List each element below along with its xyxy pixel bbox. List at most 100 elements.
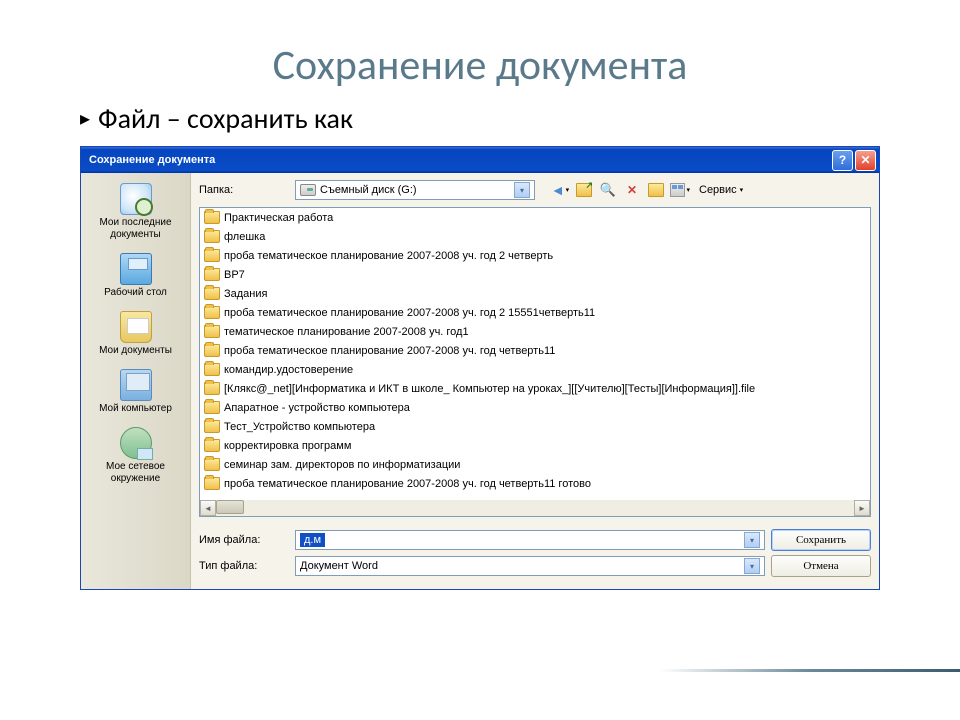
folder-value: Съемный диск (G:): [320, 184, 417, 196]
tools-label: Сервис: [699, 184, 737, 196]
file-name: Задания: [224, 288, 267, 300]
folder-icon: [204, 401, 220, 414]
folder-icon: [204, 439, 220, 452]
scroll-track[interactable]: [216, 500, 854, 516]
file-name: проба тематическое планирование 2007-200…: [224, 345, 555, 357]
file-item[interactable]: проба тематическое планирование 2007-200…: [200, 341, 870, 360]
sidebar-item-label: Мой компьютер: [85, 403, 186, 415]
file-item[interactable]: командир.удостоверение: [200, 360, 870, 379]
ico-desktop: [120, 253, 152, 285]
file-name: флешка: [224, 231, 265, 243]
bullet-text: Файл – сохранить как: [98, 101, 353, 136]
chevron-down-icon[interactable]: ▾: [744, 558, 760, 574]
folder-icon: [204, 477, 220, 490]
folder-icon: [204, 382, 220, 395]
filetype-value: Документ Word: [300, 560, 378, 572]
file-item[interactable]: Задания: [200, 284, 870, 303]
filetype-dropdown[interactable]: Документ Word ▾: [295, 556, 765, 576]
ico-network: [120, 427, 152, 459]
filename-value: д.м: [300, 533, 325, 547]
ico-mycomp: [120, 369, 152, 401]
views-button[interactable]: ▾: [669, 179, 691, 201]
sidebar-item-2[interactable]: Мои документы: [83, 307, 188, 365]
scroll-right-button[interactable]: ►: [854, 500, 870, 516]
toolbar: ◄▾ 🔍 ✕ ▾ Сервис▾: [549, 179, 749, 201]
file-item[interactable]: флешка: [200, 227, 870, 246]
sidebar-item-3[interactable]: Мой компьютер: [83, 365, 188, 423]
search-icon: 🔍: [600, 182, 616, 198]
folder-icon: [204, 363, 220, 376]
new-folder-button[interactable]: [645, 179, 667, 201]
help-button[interactable]: ?: [832, 150, 853, 171]
file-item[interactable]: семинар зам. директоров по информатизаци…: [200, 455, 870, 474]
back-button[interactable]: ◄▾: [549, 179, 571, 201]
folder-icon: [204, 458, 220, 471]
file-name: Практическая работа: [224, 212, 333, 224]
file-name: Тест_Устройство компьютера: [224, 421, 375, 433]
scroll-left-button[interactable]: ◄: [200, 500, 216, 516]
slide-bullet: Файл – сохранить как: [80, 101, 900, 136]
ico-recent: [120, 183, 152, 215]
file-name: проба тематическое планирование 2007-200…: [224, 250, 553, 262]
folder-dropdown[interactable]: Съемный диск (G:) ▾: [295, 180, 535, 200]
file-item[interactable]: корректировка программ: [200, 436, 870, 455]
folder-icon: [204, 230, 220, 243]
horizontal-scrollbar[interactable]: ◄ ►: [200, 500, 870, 516]
folder-label: Папка:: [199, 184, 289, 196]
titlebar[interactable]: Сохранение документа ? ✕: [81, 147, 879, 173]
file-item[interactable]: ВР7: [200, 265, 870, 284]
close-button[interactable]: ✕: [855, 150, 876, 171]
filename-input[interactable]: д.м ▾: [295, 530, 765, 550]
sidebar-item-0[interactable]: Мои последние документы: [83, 179, 188, 249]
file-item[interactable]: Практическая работа: [200, 208, 870, 227]
folder-up-icon: [576, 183, 592, 197]
file-item[interactable]: Апаратное - устройство компьютера: [200, 398, 870, 417]
scroll-thumb[interactable]: [216, 500, 244, 514]
file-name: [Клякс@_net][Информатика и ИКТ в школе_ …: [224, 383, 755, 395]
file-name: командир.удостоверение: [224, 364, 353, 376]
sidebar-item-4[interactable]: Мое сетевое окружение: [83, 423, 188, 493]
filename-label: Имя файла:: [199, 534, 289, 546]
file-name: Апаратное - устройство компьютера: [224, 402, 410, 414]
file-item[interactable]: проба тематическое планирование 2007-200…: [200, 474, 870, 493]
titlebar-text: Сохранение документа: [89, 154, 832, 166]
folder-icon: [204, 420, 220, 433]
file-item[interactable]: Тест_Устройство компьютера: [200, 417, 870, 436]
save-dialog: Сохранение документа ? ✕ Мои последние д…: [80, 146, 880, 590]
ico-mydocs: [120, 311, 152, 343]
places-sidebar: Мои последние документы Рабочий стол Мои д…: [81, 173, 191, 589]
file-item[interactable]: [Клякс@_net][Информатика и ИКТ в школе_ …: [200, 379, 870, 398]
file-list[interactable]: Практическая работа флешка проба тематичес…: [199, 207, 871, 517]
file-item[interactable]: проба тематическое планирование 2007-200…: [200, 246, 870, 265]
folder-icon: [204, 268, 220, 281]
up-button[interactable]: [573, 179, 595, 201]
sidebar-item-label: Мои последние документы: [85, 217, 186, 241]
filetype-label: Тип файла:: [199, 560, 289, 572]
sidebar-item-label: Рабочий стол: [85, 287, 186, 299]
chevron-down-icon[interactable]: ▾: [514, 182, 530, 198]
sidebar-item-1[interactable]: Рабочий стол: [83, 249, 188, 307]
folder-icon: [204, 325, 220, 338]
file-name: проба тематическое планирование 2007-200…: [224, 478, 591, 490]
chevron-down-icon[interactable]: ▾: [744, 532, 760, 548]
tools-menu[interactable]: Сервис▾: [693, 182, 749, 198]
file-item[interactable]: проба тематическое планирование 2007-200…: [200, 303, 870, 322]
search-button[interactable]: 🔍: [597, 179, 619, 201]
delete-icon: ✕: [627, 183, 637, 197]
new-folder-icon: [648, 183, 664, 197]
folder-icon: [204, 287, 220, 300]
back-icon: ◄: [551, 182, 565, 198]
cancel-button[interactable]: Отмена: [771, 555, 871, 577]
decorative-line: [660, 669, 960, 672]
delete-button[interactable]: ✕: [621, 179, 643, 201]
folder-icon: [204, 249, 220, 262]
save-button[interactable]: Сохранить: [771, 529, 871, 551]
drive-icon: [300, 184, 316, 196]
file-name: проба тематическое планирование 2007-200…: [224, 307, 595, 319]
file-item[interactable]: тематическое планирование 2007-2008 уч. …: [200, 322, 870, 341]
views-icon: [670, 183, 685, 197]
file-name: ВР7: [224, 269, 245, 281]
file-name: тематическое планирование 2007-2008 уч. …: [224, 326, 469, 338]
sidebar-item-label: Мое сетевое окружение: [85, 461, 186, 485]
folder-icon: [204, 211, 220, 224]
